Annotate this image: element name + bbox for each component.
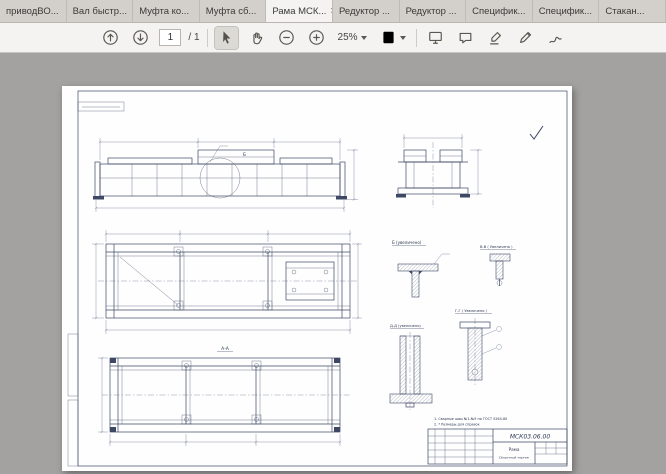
zoom-level-label: 25%	[338, 32, 358, 43]
screen-icon	[427, 29, 444, 46]
svg-text:Г-Г ( Увеличено ): Г-Г ( Увеличено )	[455, 309, 488, 313]
cursor-icon	[218, 29, 235, 46]
svg-text:Б: Б	[243, 152, 246, 158]
tab-label: Вал быстр...	[73, 6, 127, 17]
tab-mufta-1[interactable]: Муфта ко...	[133, 0, 200, 22]
highlight-button[interactable]	[484, 27, 507, 49]
document-tabbar: приводВО... Вал быстр... Муфта ко... Муф…	[0, 0, 666, 23]
minus-circle-icon	[278, 29, 295, 46]
highlighter-icon	[487, 29, 504, 46]
tab-reduktor-2[interactable]: Редуктор ...	[400, 0, 467, 22]
view-front-elevation: Б	[93, 138, 358, 212]
tab-stakan[interactable]: Стакан...	[599, 0, 666, 22]
plus-circle-icon	[308, 29, 325, 46]
svg-text:1. Сварные швы №1-№9 по ГОСТ 5: 1. Сварные швы №1-№9 по ГОСТ 5264-80	[434, 417, 507, 421]
zoom-in-button[interactable]	[305, 27, 328, 49]
tab-label: Рама МСК...	[272, 6, 326, 17]
title-block: МСК03.06.00 Рама Сборочный чертеж	[428, 429, 567, 464]
tab-privod[interactable]: приводВО...	[0, 0, 67, 22]
zoom-level-dropdown[interactable]: 25%	[335, 30, 370, 45]
view-end	[396, 134, 482, 208]
next-page-button[interactable]	[129, 27, 152, 49]
section-vv: В-В ( Увеличено )	[480, 245, 516, 286]
tab-mufta-2[interactable]: Муфта сб...	[200, 0, 267, 22]
draw-button[interactable]	[514, 27, 537, 49]
zoom-out-button[interactable]	[275, 27, 298, 49]
hand-tool-button[interactable]	[245, 27, 268, 49]
tab-close-icon[interactable]: ×	[326, 6, 333, 17]
pen-icon	[517, 29, 534, 46]
svg-text:А-А: А-А	[221, 346, 230, 352]
main-toolbar: 1 / 1 25%	[0, 23, 666, 53]
previous-page-button[interactable]	[99, 27, 122, 49]
page-display-dropdown[interactable]	[377, 27, 409, 48]
pdf-page: Б	[62, 86, 572, 471]
tab-specifik-1[interactable]: Специфик...	[466, 0, 533, 22]
sign-button[interactable]	[544, 27, 567, 49]
tab-label: приводВО...	[6, 6, 59, 17]
sheet-frame	[68, 91, 567, 466]
tab-label: Муфта ко...	[139, 6, 189, 17]
tab-val[interactable]: Вал быстр...	[67, 0, 134, 22]
tab-label: Муфта сб...	[206, 6, 257, 17]
detail-b: Б (увеличено)	[392, 240, 450, 297]
approval-checkmark	[530, 126, 543, 139]
drawing-notes: 1. Сварные швы №1-№9 по ГОСТ 5264-80 2. …	[434, 417, 507, 427]
svg-text:МСК03.06.00: МСК03.06.00	[510, 434, 551, 441]
tab-label: Редуктор ...	[339, 6, 390, 17]
engineering-drawing: Б	[62, 86, 572, 471]
page-view-icon	[380, 29, 397, 46]
toolbar-separator	[416, 29, 417, 47]
tab-reduktor-1[interactable]: Редуктор ...	[333, 0, 400, 22]
tab-label: Редуктор ...	[406, 6, 457, 17]
arrow-down-circle-icon	[132, 29, 149, 46]
chevron-down-icon	[400, 36, 406, 40]
page-number-input[interactable]: 1	[159, 29, 181, 46]
svg-text:2. * Размеры для справок: 2. * Размеры для справок	[434, 423, 480, 427]
view-plan	[92, 230, 362, 334]
speech-bubble-icon	[457, 29, 474, 46]
svg-text:Д-Д (увеличено): Д-Д (увеличено)	[390, 324, 421, 328]
toolbar-separator	[207, 29, 208, 47]
tab-rama-active[interactable]: Рама МСК... ×	[266, 0, 333, 22]
tab-specifik-2[interactable]: Специфик...	[533, 0, 600, 22]
hand-icon	[248, 29, 265, 46]
comment-button[interactable]	[454, 27, 477, 49]
svg-text:Сборочный чертеж: Сборочный чертеж	[499, 456, 530, 460]
svg-text:Рама: Рама	[509, 447, 520, 452]
page-count-label: / 1	[188, 32, 199, 43]
tab-label: Специфик...	[472, 6, 525, 17]
acrobat-window: приводВО... Вал быстр... Муфта ко... Муф…	[0, 0, 666, 474]
tab-label: Специфик...	[539, 6, 592, 17]
section-dd: Д-Д (увеличено)	[390, 324, 432, 410]
select-tool-button[interactable]	[215, 27, 238, 49]
view-section-aa: А-А	[98, 346, 350, 446]
presentation-mode-button[interactable]	[424, 27, 447, 49]
svg-text:В-В ( Увеличено ): В-В ( Увеличено )	[480, 245, 513, 249]
document-viewport[interactable]: Б	[0, 53, 666, 474]
section-gg: Г-Г ( Увеличено )	[455, 309, 502, 386]
svg-text:Б (увеличено): Б (увеличено)	[392, 240, 422, 245]
arrow-up-circle-icon	[102, 29, 119, 46]
tab-label: Стакан...	[605, 6, 644, 17]
signature-icon	[547, 29, 564, 46]
chevron-down-icon	[361, 36, 367, 40]
